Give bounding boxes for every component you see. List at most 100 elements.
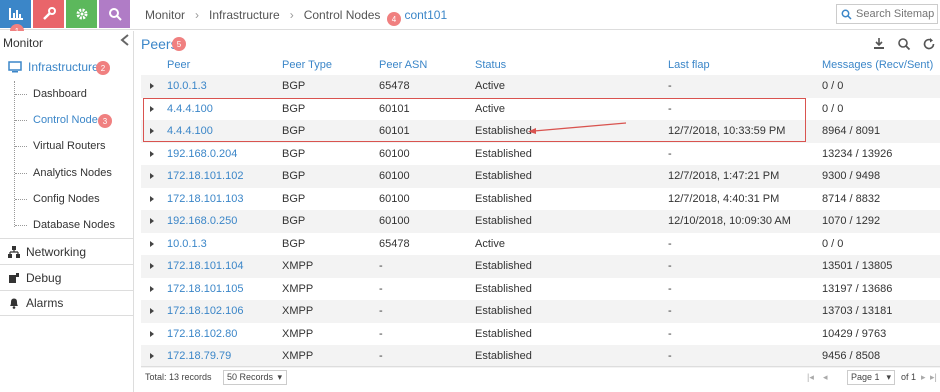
table-row[interactable]: 192.168.0.250 BGP 60100 Established 12/10/20… — [141, 210, 940, 233]
sidebar-item-control-nodes[interactable]: Control Nodes — [33, 114, 103, 126]
cell-peer[interactable]: 192.168.0.204 — [167, 148, 237, 160]
breadcrumb-item[interactable]: Control Nodes — [304, 8, 381, 22]
expand-row-icon[interactable] — [150, 308, 154, 314]
table-row[interactable]: 172.18.101.104 XMPP - Established - 13501 / 1… — [141, 255, 940, 278]
cell-peer[interactable]: 172.18.101.102 — [167, 170, 243, 182]
column-header-messages[interactable]: Messages (Recv/Sent) — [822, 59, 933, 73]
cell-peer[interactable]: 172.18.101.104 — [167, 260, 243, 272]
cell-peer-asn: 65478 — [379, 237, 410, 250]
cell-peer-type: XMPP — [282, 305, 314, 317]
cell-peer[interactable]: 172.18.79.79 — [167, 350, 231, 362]
cell-status: Established — [475, 327, 532, 340]
expand-row-icon[interactable] — [150, 240, 154, 247]
expand-row-icon[interactable] — [150, 128, 154, 134]
expand-row-icon[interactable] — [150, 218, 154, 224]
total-records: Total: 13 records — [145, 372, 212, 382]
cell-peer[interactable]: 172.18.102.80 — [167, 328, 237, 340]
column-header-peer[interactable]: Peer — [167, 59, 190, 73]
table-row[interactable]: 172.18.102.80 XMPP - Established - 10429 / 97… — [141, 323, 940, 346]
sidebar-item-dashboard[interactable]: Dashboard — [33, 88, 87, 100]
expand-row-icon[interactable] — [150, 173, 154, 179]
cell-peer[interactable]: 172.18.102.106 — [167, 305, 243, 317]
sidebar-item-label: Networking — [26, 244, 87, 259]
wrench-icon — [42, 7, 56, 20]
breadcrumb: Monitor›Infrastructure›Control Nodes›con… — [145, 8, 447, 22]
first-page-button[interactable]: |◂ — [807, 372, 814, 383]
expand-row-icon[interactable] — [150, 83, 154, 89]
cell-peer-type: BGP — [282, 170, 306, 182]
expand-row-icon[interactable] — [150, 263, 154, 269]
cell-peer[interactable]: 4.4.4.100 — [167, 103, 213, 115]
chevron-right-icon: › — [195, 8, 200, 22]
cell-peer-type: BGP — [282, 80, 306, 92]
search-icon — [108, 8, 122, 21]
page-select[interactable]: Page 1 ▾ — [847, 370, 895, 385]
sidebar-item-analytics-nodes[interactable]: Analytics Nodes — [33, 167, 112, 179]
peers-panel: Peers 5 Peer Peer Type Peer ASN Status L… — [134, 31, 940, 392]
page-size-select[interactable]: 50 Records ▾ — [223, 370, 287, 385]
breadcrumb-item[interactable]: Infrastructure — [209, 8, 280, 22]
table-row[interactable]: 192.168.0.204 BGP 60100 Established - 13234 /… — [141, 143, 940, 166]
column-header-status[interactable]: Status — [475, 59, 506, 73]
cell-last-flap: - — [668, 260, 672, 272]
expand-row-icon[interactable] — [150, 353, 154, 359]
query-tab-button[interactable] — [99, 0, 130, 28]
cell-status: Active — [475, 102, 505, 115]
sidebar-item-debug[interactable]: Debug — [0, 264, 134, 290]
sidebar-item-networking[interactable]: Networking — [0, 238, 134, 264]
cell-peer[interactable]: 10.0.1.3 — [167, 80, 207, 92]
cell-last-flap: - — [668, 305, 672, 317]
cell-peer[interactable]: 172.18.101.103 — [167, 193, 243, 205]
cell-messages: 8964 / 8091 — [822, 125, 881, 137]
breadcrumb-item[interactable]: Monitor — [145, 8, 185, 22]
cell-last-flap: 12/7/2018, 1:47:21 PM — [668, 170, 780, 182]
cell-peer[interactable]: 192.168.0.250 — [167, 215, 237, 227]
table-row[interactable]: 4.4.4.100 BGP 60101 Active - 0 / 0 — [141, 98, 940, 121]
search-input[interactable] — [856, 8, 936, 20]
bell-icon — [10, 298, 18, 309]
prev-page-button[interactable]: ◂ — [823, 372, 828, 383]
cell-messages: 10429 / 9763 — [822, 327, 887, 340]
table-row[interactable]: 10.0.1.3 BGP 65478 Active - 0 / 0 — [141, 233, 940, 256]
settings-tab-button[interactable] — [66, 0, 97, 28]
sitemap-search[interactable] — [836, 4, 938, 24]
bar-chart-icon — [8, 8, 23, 20]
cell-peer[interactable]: 10.0.1.3 — [167, 238, 207, 250]
cell-peer-type: BGP — [282, 147, 306, 160]
cell-status: Established — [475, 215, 532, 227]
breadcrumb-current[interactable]: cont101 — [404, 8, 447, 22]
sidebar-item-virtual-routers[interactable]: Virtual Routers — [33, 140, 106, 152]
sidebar: Monitor Infrastructure 2 Dashboard Contr… — [0, 31, 134, 392]
table-row[interactable]: 172.18.79.79 XMPP - Established - 9456 / 8508 — [141, 345, 940, 368]
cell-status: Established — [475, 350, 532, 362]
table-row[interactable]: 172.18.101.102 BGP 60100 Established 12/7/20… — [141, 165, 940, 188]
sidebar-item-database-nodes[interactable]: Database Nodes — [33, 219, 115, 231]
sidebar-item-config-nodes[interactable]: Config Nodes — [33, 193, 100, 205]
cell-peer[interactable]: 4.4.4.100 — [167, 125, 213, 137]
next-page-button[interactable]: ▸ — [921, 372, 926, 383]
cell-messages: 0 / 0 — [822, 80, 844, 92]
table-row[interactable]: 172.18.101.103 BGP 60100 Established 12/7/20… — [141, 188, 940, 211]
collapse-sidebar-button[interactable] — [119, 33, 131, 47]
column-header-last-flap[interactable]: Last flap — [668, 59, 710, 73]
sidebar-item-alarms[interactable]: Alarms — [0, 290, 134, 316]
expand-row-icon[interactable] — [150, 105, 154, 112]
sidebar-item-infrastructure[interactable]: Infrastructure — [0, 54, 134, 80]
expand-row-icon[interactable] — [150, 330, 154, 337]
refresh-button[interactable] — [922, 37, 938, 53]
last-page-button[interactable]: ▸| — [930, 372, 937, 383]
cell-peer[interactable]: 172.18.101.105 — [167, 283, 243, 295]
configure-tab-button[interactable] — [33, 0, 64, 28]
table-row[interactable]: 172.18.102.106 XMPP - Established - 13703 / 1… — [141, 300, 940, 323]
table-row[interactable]: 172.18.101.105 XMPP - Established - 13197 / 1… — [141, 278, 940, 301]
column-header-peer-type[interactable]: Peer Type — [282, 59, 332, 73]
column-header-peer-asn[interactable]: Peer ASN — [379, 59, 427, 73]
tree-branch — [15, 120, 27, 121]
expand-row-icon[interactable] — [150, 285, 154, 292]
cell-status: Established — [475, 282, 532, 295]
expand-row-icon[interactable] — [150, 195, 154, 202]
search-grid-button[interactable] — [897, 37, 913, 53]
export-button[interactable] — [872, 37, 888, 53]
expand-row-icon[interactable] — [150, 150, 154, 157]
table-row[interactable]: 10.0.1.3 BGP 65478 Active - 0 / 0 — [141, 75, 940, 98]
